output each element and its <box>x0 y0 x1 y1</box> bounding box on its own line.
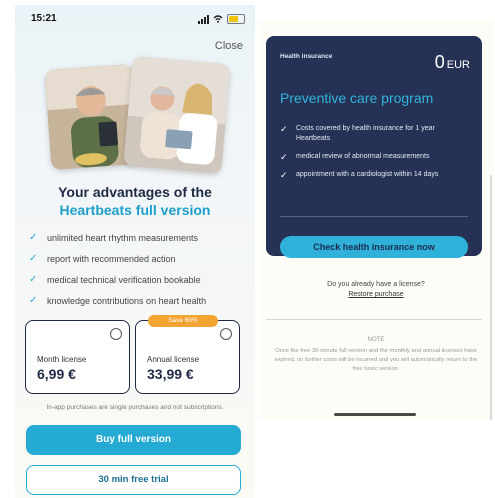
buy-full-version-button[interactable]: Buy full version <box>26 425 241 455</box>
check-icon: ✓ <box>280 170 288 180</box>
benefit-text: report with recommended action <box>47 253 176 264</box>
title-line-1: Your advantages of the <box>58 184 212 200</box>
feature-text: medical review of abnormal measurements <box>296 153 430 160</box>
check-health-insurance-button[interactable]: Check health insurance now <box>280 236 468 258</box>
section-divider <box>266 319 482 320</box>
card-label: Health insurance <box>280 53 333 60</box>
status-time: 15:21 <box>31 13 57 24</box>
feature-text: appointment with a cardiologist within 1… <box>296 171 439 178</box>
savings-badge: Save 60% <box>148 315 218 327</box>
list-item: ✓ medical technical verification bookable <box>29 269 247 290</box>
plan-selector: Month license 6,99 € Annual license 33,9… <box>25 320 243 396</box>
photo-doctor-with-patient <box>123 55 231 175</box>
plan-name: Month license <box>37 355 87 364</box>
home-indicator[interactable] <box>334 413 416 416</box>
paywall-screen: 15:21 Close Your advantages of the Heart… <box>15 5 255 498</box>
wifi-icon <box>213 15 223 23</box>
program-features-list: ✓ Costs covered by health insurance for 1… <box>280 124 470 188</box>
card-price: 0 EUR <box>435 52 470 73</box>
plan-name: Annual license <box>147 355 200 364</box>
title-line-2: Heartbeats full version <box>59 202 211 218</box>
plan-price: 6,99 € <box>37 366 76 382</box>
radio-button[interactable] <box>220 328 232 340</box>
health-insurance-screen: Health insurance 0 EUR Preventive care pr… <box>258 20 494 420</box>
scrollbar[interactable] <box>490 175 492 420</box>
list-item: ✓ Costs covered by health insurance for 1… <box>280 124 470 144</box>
in-app-note: In-app purchases are single purchases an… <box>46 404 224 411</box>
program-title: Preventive care program <box>280 90 434 106</box>
license-question: Do you already have a license? <box>327 281 425 288</box>
plan-card-annual[interactable]: Annual license 33,99 € <box>135 320 240 394</box>
plan-price: 33,99 € <box>147 366 194 382</box>
feature-text: Costs covered by health insurance for 1 … <box>295 125 435 142</box>
status-bar: 15:21 <box>31 13 245 27</box>
page-title: Your advantages of the Heartbeats full v… <box>15 183 255 219</box>
check-icon: ✓ <box>280 124 288 134</box>
plan-card-month[interactable]: Month license 6,99 € <box>25 320 130 394</box>
list-item: ✓ knowledge contributions on heart health <box>29 290 247 311</box>
close-button[interactable]: Close <box>215 40 243 52</box>
list-item: ✓ report with recommended action <box>29 248 247 269</box>
benefit-text: unlimited heart rhythm measurements <box>47 232 199 243</box>
status-icons <box>198 14 245 24</box>
signal-icon <box>198 14 209 24</box>
note-title: NOTE <box>367 337 385 343</box>
check-icon: ✓ <box>29 274 38 285</box>
restore-purchase-link[interactable]: Restore purchase <box>258 291 494 298</box>
list-item: ✓ unlimited heart rhythm measurements <box>29 227 247 248</box>
free-trial-button[interactable]: 30 min free trial <box>26 465 241 495</box>
check-icon: ✓ <box>29 253 38 264</box>
benefits-list: ✓ unlimited heart rhythm measurements ✓ re… <box>29 227 247 311</box>
check-icon: ✓ <box>29 232 38 243</box>
health-insurance-card: Health insurance 0 EUR Preventive care pr… <box>266 36 482 258</box>
price-value: 0 <box>434 52 445 72</box>
card-divider <box>280 216 468 217</box>
radio-button[interactable] <box>110 328 122 340</box>
benefit-text: medical technical verification bookable <box>47 274 201 285</box>
check-icon: ✓ <box>280 152 288 162</box>
note-text: Once the free 30-minute full version and… <box>274 348 478 372</box>
list-item: ✓ appointment with a cardiologist within … <box>280 170 470 180</box>
benefit-text: knowledge contributions on heart health <box>47 295 207 306</box>
check-icon: ✓ <box>29 295 38 306</box>
battery-icon <box>227 14 245 24</box>
list-item: ✓ medical review of abnormal measurements <box>280 152 470 162</box>
price-currency: EUR <box>446 59 470 71</box>
